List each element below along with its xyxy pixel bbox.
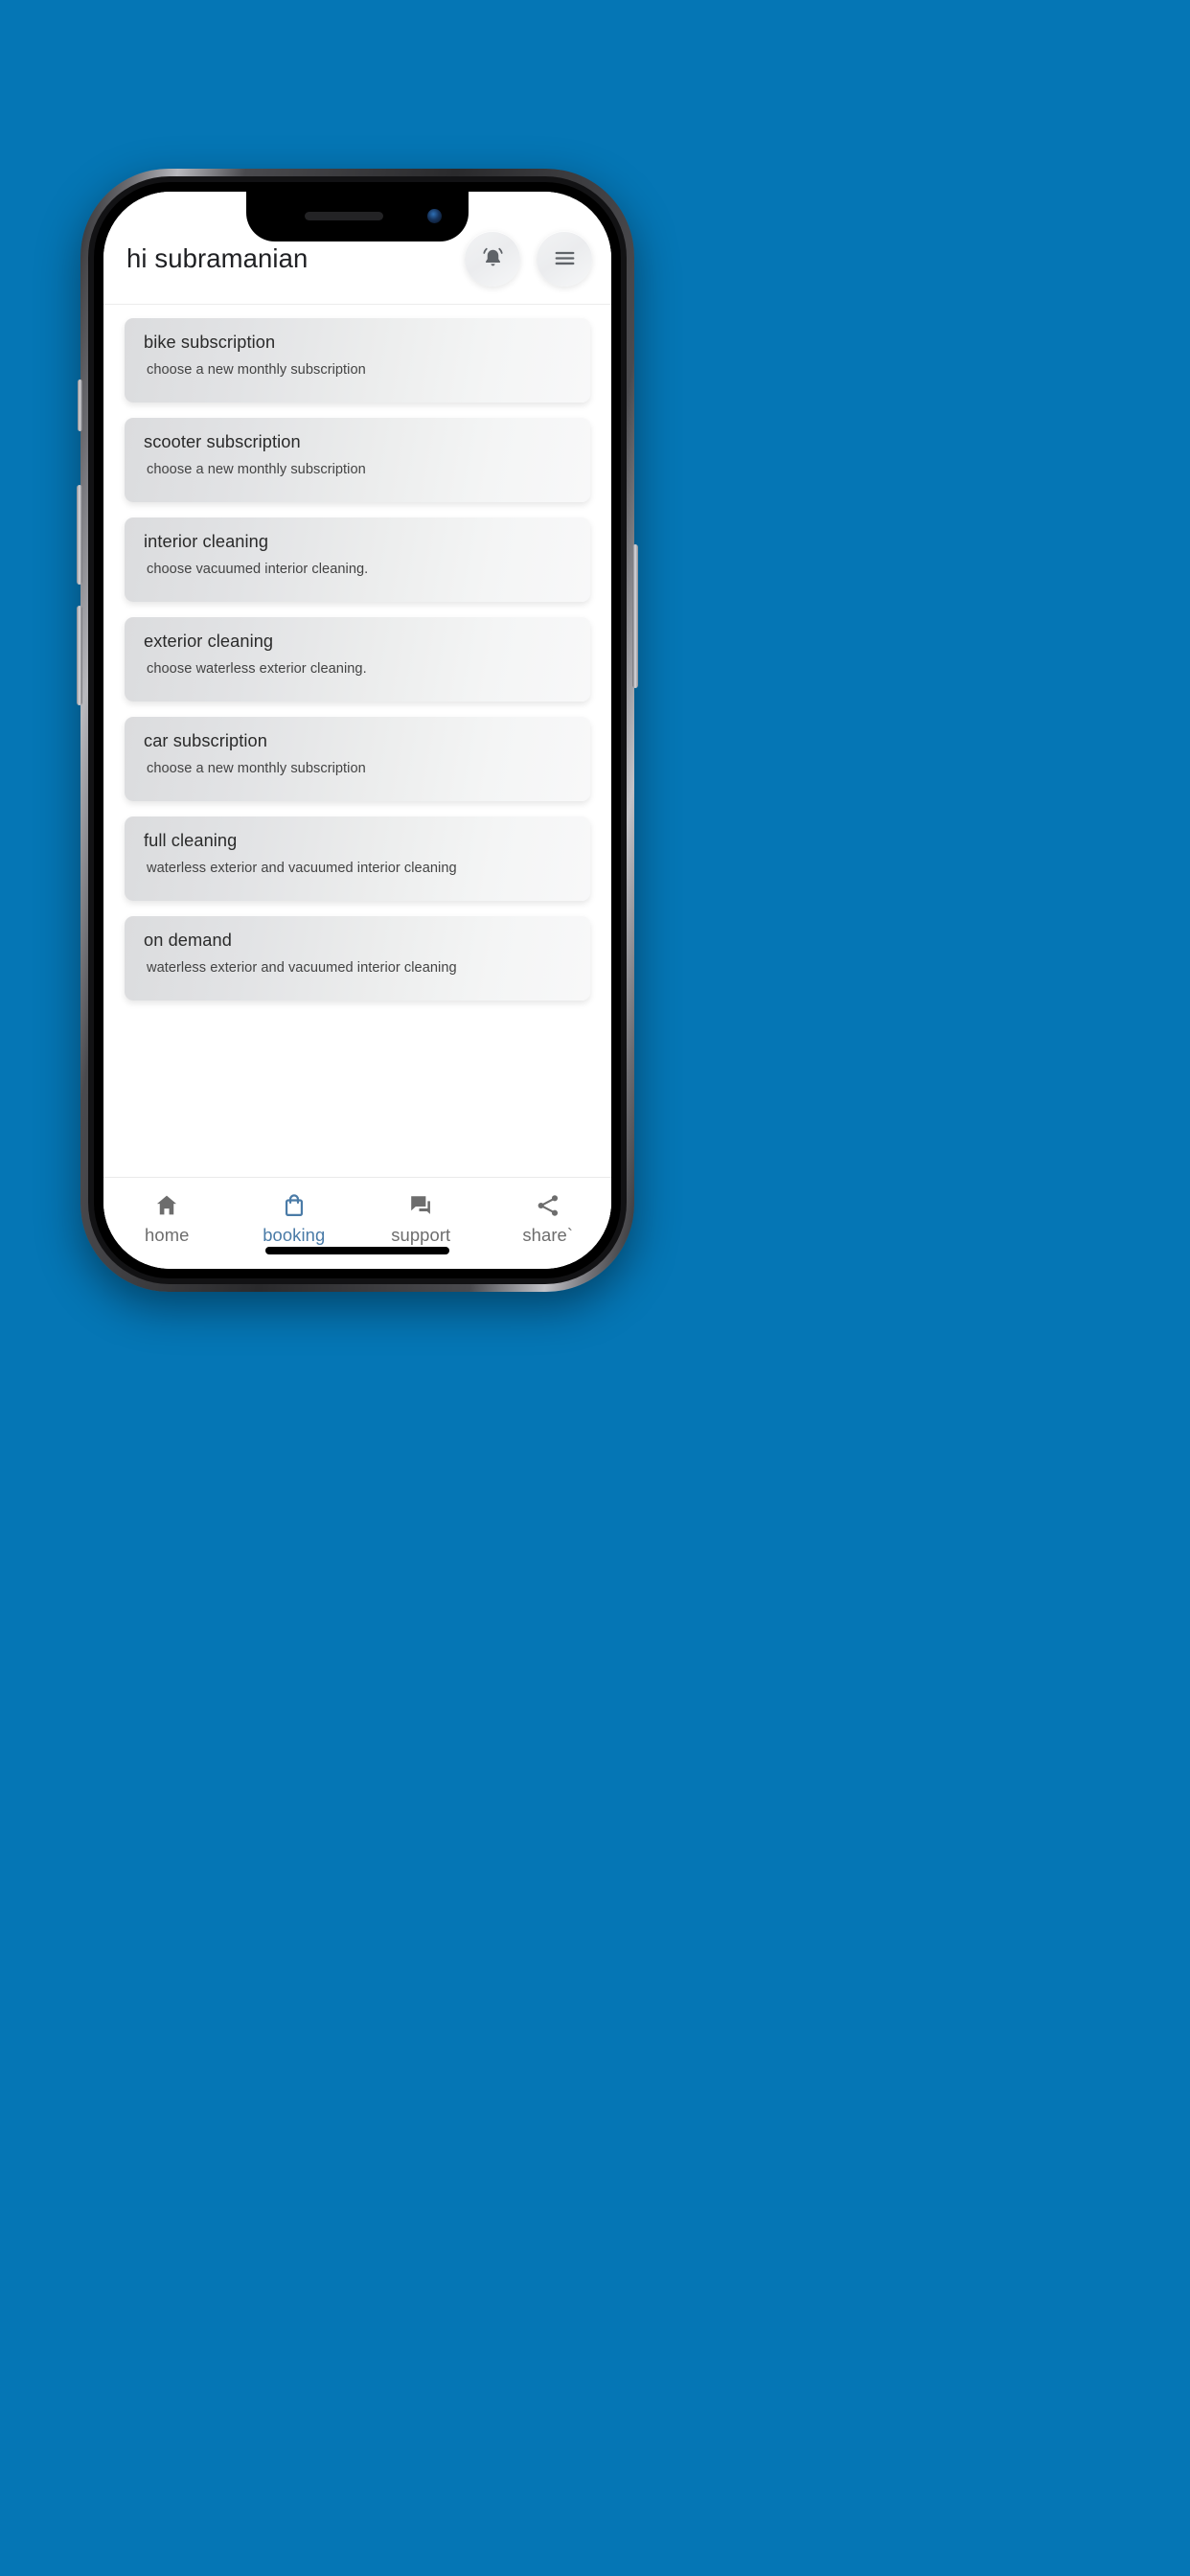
phone-inner-bezel: hi subramanian bike subscription choose …: [94, 182, 621, 1278]
service-card[interactable]: on demand waterless exterior and vacuume…: [125, 916, 590, 1000]
card-title: full cleaning: [144, 831, 238, 850]
silent-switch-button[interactable]: [78, 380, 82, 431]
service-card[interactable]: car subscription choose a new monthly su…: [125, 717, 590, 801]
hamburger-menu-icon: [552, 245, 578, 271]
volume-down-button[interactable]: [77, 606, 82, 705]
phone-bezel: hi subramanian bike subscription choose …: [88, 176, 627, 1284]
volume-up-button[interactable]: [77, 485, 82, 585]
nav-item-booking[interactable]: booking: [237, 1191, 352, 1246]
card-title: scooter subscription: [144, 432, 301, 451]
front-camera-icon: [427, 209, 442, 223]
card-subtitle: waterless exterior and vacuumed interior…: [147, 960, 457, 977]
greeting-text: hi subramanian: [126, 242, 309, 273]
card-subtitle: choose a new monthly subscription: [147, 761, 366, 777]
card-subtitle: choose a new monthly subscription: [147, 462, 366, 478]
bell-icon: [480, 245, 506, 271]
nav-label: share`: [522, 1225, 574, 1245]
power-button[interactable]: [632, 544, 638, 688]
card-subtitle: choose vacuumed interior cleaning.: [147, 562, 369, 578]
device-notch: [246, 192, 469, 242]
menu-button[interactable]: [537, 230, 592, 287]
notification-button[interactable]: [465, 230, 520, 287]
phone-screen: hi subramanian bike subscription choose …: [103, 192, 611, 1269]
card-subtitle: choose a new monthly subscription: [147, 362, 366, 379]
service-card[interactable]: interior cleaning choose vacuumed interi…: [125, 518, 590, 602]
phone-device-frame: hi subramanian bike subscription choose …: [77, 169, 638, 1292]
service-card-list: bike subscription choose a new monthly s…: [103, 305, 611, 1177]
home-icon: [153, 1191, 180, 1220]
nav-label: support: [391, 1225, 451, 1245]
service-card[interactable]: scooter subscription choose a new monthl…: [125, 418, 590, 502]
service-card[interactable]: exterior cleaning choose waterless exter…: [125, 617, 590, 702]
page-background: hi subramanian bike subscription choose …: [0, 0, 1190, 2576]
shopping-bag-icon: [281, 1191, 308, 1220]
card-title: exterior cleaning: [144, 632, 274, 651]
card-subtitle: choose waterless exterior cleaning.: [147, 661, 367, 678]
nav-item-support[interactable]: support: [363, 1191, 478, 1246]
nav-label: home: [145, 1225, 190, 1245]
nav-label: booking: [263, 1225, 326, 1245]
bottom-navigation-bar: home booking support share`: [103, 1177, 611, 1269]
card-title: car subscription: [144, 731, 267, 750]
home-indicator[interactable]: [265, 1247, 449, 1254]
chat-bubble-icon: [407, 1191, 434, 1220]
earpiece-speaker-icon: [305, 212, 383, 220]
card-title: bike subscription: [144, 333, 276, 352]
card-subtitle: waterless exterior and vacuumed interior…: [147, 861, 457, 877]
card-title: interior cleaning: [144, 532, 269, 551]
share-nodes-icon: [535, 1191, 561, 1220]
app-container: hi subramanian bike subscription choose …: [103, 192, 611, 1269]
service-card[interactable]: full cleaning waterless exterior and vac…: [125, 816, 590, 901]
service-card[interactable]: bike subscription choose a new monthly s…: [125, 318, 590, 402]
nav-item-share[interactable]: share`: [491, 1191, 606, 1246]
card-title: on demand: [144, 931, 232, 950]
nav-item-home[interactable]: home: [109, 1191, 224, 1246]
header-actions: [465, 230, 592, 287]
